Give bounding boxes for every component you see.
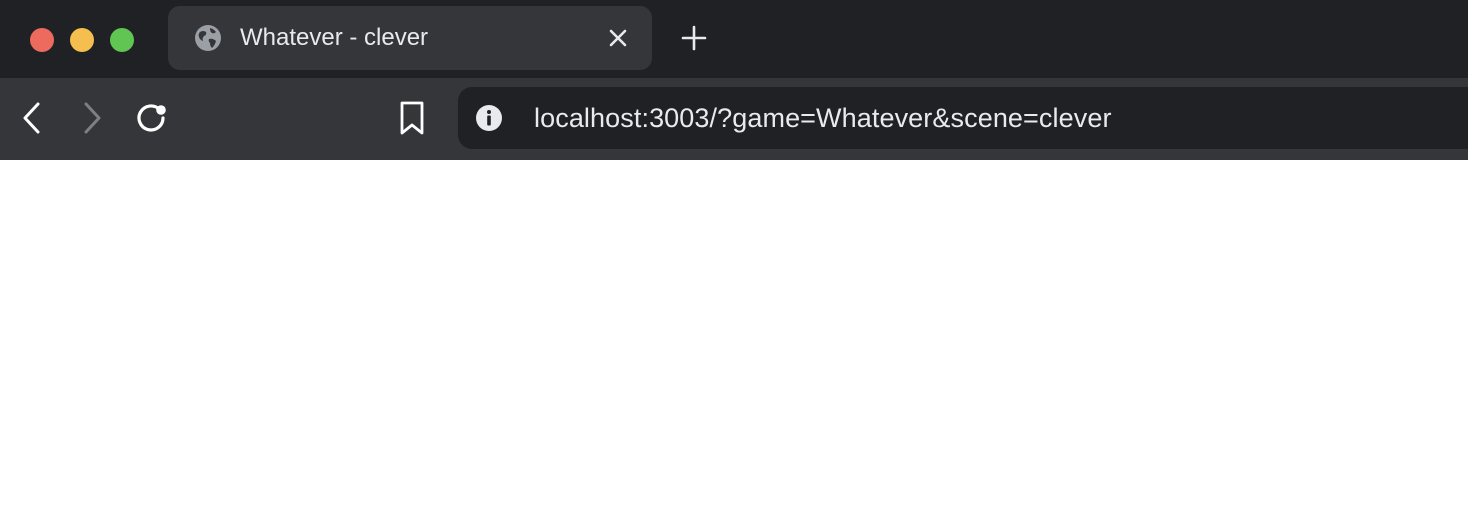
toolbar: localhost:3003/?game=Whatever&scene=clev… — [0, 78, 1468, 160]
chevron-left-icon[interactable] — [12, 98, 52, 138]
window-maximize-button[interactable] — [110, 28, 134, 52]
window-minimize-button[interactable] — [70, 28, 94, 52]
reload-icon[interactable] — [131, 98, 171, 138]
url-text[interactable]: localhost:3003/?game=Whatever&scene=clev… — [534, 103, 1112, 133]
chevron-right-icon[interactable] — [72, 98, 112, 138]
bookmark-icon[interactable] — [392, 98, 432, 138]
tab-strip: Whatever - clever — [0, 0, 1468, 78]
window-close-button[interactable] — [30, 28, 54, 52]
info-icon[interactable] — [475, 104, 503, 132]
globe-icon — [194, 24, 222, 52]
page-content[interactable] — [0, 160, 1468, 508]
tab-active[interactable]: Whatever - clever — [168, 6, 652, 70]
plus-icon[interactable] — [680, 24, 708, 52]
tab-title: Whatever - clever — [240, 24, 429, 51]
address-bar[interactable]: localhost:3003/?game=Whatever&scene=clev… — [458, 87, 1468, 149]
close-icon[interactable] — [606, 26, 630, 50]
browser-window: Whatever - clever localhost:3003/?game=W… — [0, 0, 1468, 508]
